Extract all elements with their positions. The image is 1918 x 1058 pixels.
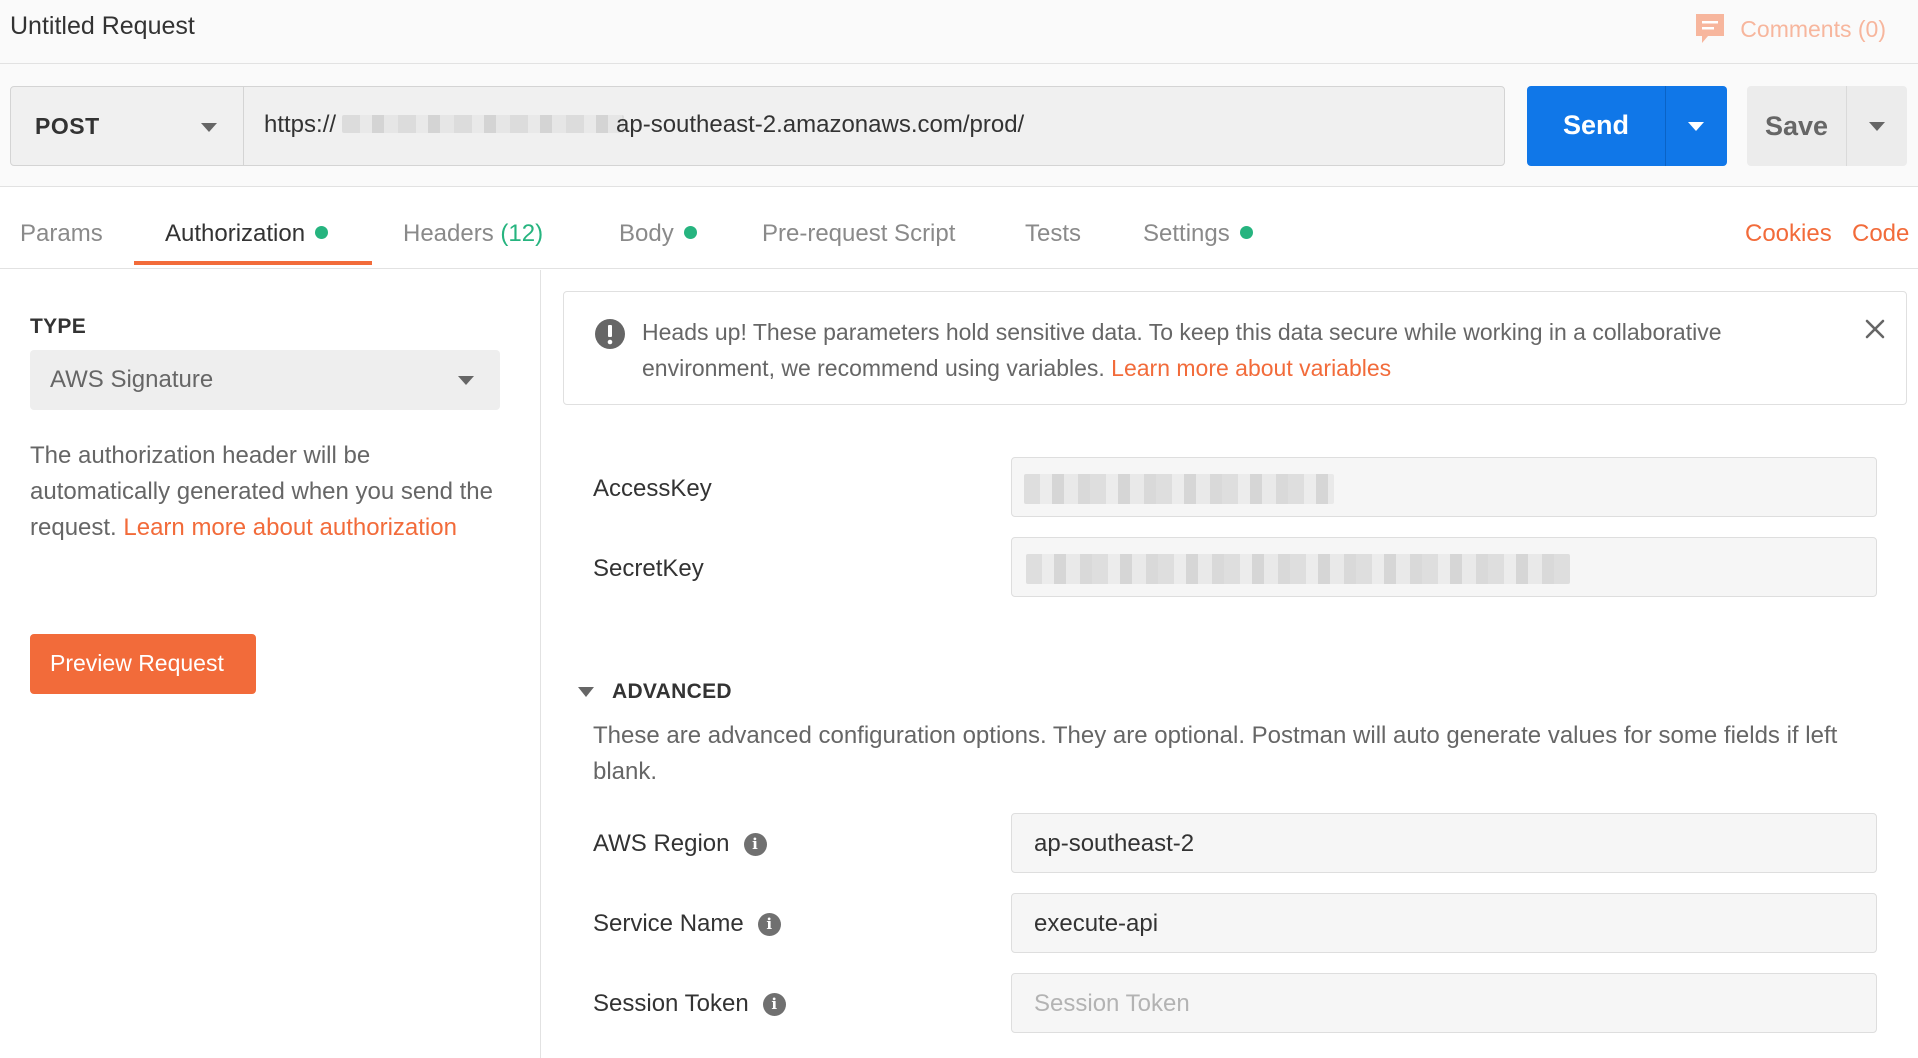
session-token-label-text: Session Token	[593, 990, 749, 1017]
title-bar: Untitled Request Comments (0)	[0, 0, 1918, 64]
session-token-input[interactable]: Session Token	[1011, 973, 1877, 1033]
service-name-input[interactable]: execute-api	[1011, 893, 1877, 953]
save-divider	[1846, 86, 1847, 166]
info-icon[interactable]: i	[757, 912, 781, 936]
url-redacted	[342, 115, 624, 133]
send-options-chevron-icon[interactable]	[1688, 122, 1704, 131]
secret-key-label: SecretKey	[593, 555, 704, 583]
tab-authorization-label: Authorization	[165, 220, 306, 247]
learn-more-variables-link[interactable]: Learn more about variables	[1111, 355, 1391, 381]
status-dot	[315, 226, 329, 239]
auth-type-value: AWS Signature	[50, 366, 214, 393]
send-label: Send	[1563, 110, 1630, 140]
advanced-description: These are advanced configuration options…	[593, 722, 1838, 785]
tab-params[interactable]: Params	[20, 220, 103, 248]
tab-params-label: Params	[20, 220, 103, 247]
tab-body[interactable]: Body	[619, 220, 697, 248]
secret-key-redacted	[1026, 554, 1570, 584]
chevron-down-icon	[201, 123, 217, 132]
info-icon[interactable]: i	[762, 992, 786, 1016]
tab-headers[interactable]: Headers (12)	[403, 220, 543, 248]
service-name-label-text: Service Name	[593, 910, 744, 937]
preview-request-label: Preview Request	[50, 650, 224, 676]
auth-type-panel: TYPE AWS Signature The authorization hea…	[0, 270, 541, 1058]
save-label: Save	[1765, 111, 1829, 141]
advanced-toggle[interactable]: ADVANCED	[578, 680, 732, 704]
url-prefix: https://	[264, 111, 337, 138]
comments-button[interactable]: Comments (0)	[1694, 12, 1886, 46]
sensitive-data-notice: Heads up! These parameters hold sensitiv…	[563, 291, 1907, 405]
request-tabs: Params Authorization Headers (12) Body P…	[0, 188, 1918, 269]
cookies-link[interactable]: Cookies	[1745, 220, 1832, 248]
headers-count: (12)	[500, 220, 544, 247]
aws-region-label-text: AWS Region	[593, 830, 730, 857]
access-key-label-text: AccessKey	[593, 475, 712, 502]
url-input[interactable]: https:// ap-southeast-2.amazonaws.com/pr…	[243, 86, 1505, 166]
close-icon[interactable]	[1864, 318, 1886, 340]
secret-key-input[interactable]	[1011, 537, 1877, 597]
code-link[interactable]: Code	[1852, 220, 1909, 248]
comment-icon	[1696, 14, 1725, 43]
advanced-heading: ADVANCED	[612, 680, 732, 703]
tab-body-label: Body	[619, 220, 674, 247]
status-dot	[1239, 226, 1253, 239]
preview-request-button[interactable]: Preview Request	[30, 634, 256, 694]
request-title[interactable]: Untitled Request	[10, 12, 195, 41]
save-options-chevron-icon[interactable]	[1869, 122, 1885, 131]
tab-settings[interactable]: Settings	[1143, 220, 1253, 248]
session-token-placeholder: Session Token	[1034, 990, 1190, 1017]
aws-region-value: ap-southeast-2	[1034, 830, 1195, 857]
tab-headers-label: Headers	[403, 220, 494, 247]
session-token-label: Session Token i	[593, 990, 786, 1018]
info-icon[interactable]: i	[743, 832, 767, 856]
alert-icon	[595, 319, 625, 349]
url-bar: POST https:// ap-southeast-2.amazonaws.c…	[0, 64, 1918, 187]
auth-type-select[interactable]: AWS Signature	[30, 350, 500, 410]
method-label: POST	[35, 113, 100, 139]
aws-region-input[interactable]: ap-southeast-2	[1011, 813, 1877, 873]
access-key-label: AccessKey	[593, 475, 712, 503]
tab-authorization[interactable]: Authorization	[165, 220, 329, 248]
secret-key-label-text: SecretKey	[593, 555, 704, 582]
notice-text: Heads up! These parameters hold sensitiv…	[642, 314, 1832, 386]
save-button[interactable]: Save	[1747, 86, 1907, 166]
service-name-label: Service Name i	[593, 910, 781, 938]
access-key-redacted	[1024, 474, 1334, 504]
aws-region-label: AWS Region i	[593, 830, 767, 858]
url-suffix: ap-southeast-2.amazonaws.com/prod/	[616, 111, 1025, 138]
send-divider	[1665, 86, 1666, 166]
learn-more-authorization-link[interactable]: Learn more about authorization	[123, 514, 457, 541]
send-button[interactable]: Send	[1527, 86, 1727, 166]
tab-pre-request-script[interactable]: Pre-request Script	[762, 220, 955, 248]
access-key-input[interactable]	[1011, 457, 1877, 517]
chevron-down-icon	[458, 376, 474, 385]
status-dot	[683, 226, 697, 239]
auth-description: The authorization header will be automat…	[30, 438, 510, 546]
caret-down-icon	[578, 687, 594, 697]
tab-tests-label: Tests	[1025, 220, 1082, 247]
method-select[interactable]: POST	[10, 86, 244, 166]
tab-tests[interactable]: Tests	[1025, 220, 1081, 248]
service-name-value: execute-api	[1034, 910, 1159, 937]
tab-pre-request-script-label: Pre-request Script	[762, 220, 956, 247]
comments-label: Comments (0)	[1740, 15, 1886, 42]
type-label: TYPE	[30, 315, 87, 338]
tab-settings-label: Settings	[1143, 220, 1230, 247]
active-tab-indicator	[134, 261, 372, 265]
